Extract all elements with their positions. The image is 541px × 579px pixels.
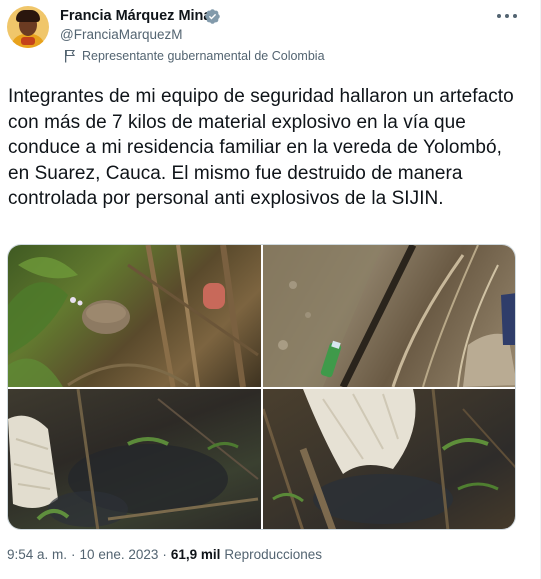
photo-3[interactable] [8, 389, 261, 529]
views-label: Reproducciones [224, 547, 322, 562]
photo-1-image [8, 245, 259, 387]
verified-badge-icon[interactable] [204, 8, 221, 25]
more-dot [497, 14, 501, 18]
meta-separator: · [71, 547, 76, 562]
avatar[interactable] [7, 6, 49, 48]
photo-1[interactable] [8, 245, 261, 387]
flag-icon [65, 49, 76, 63]
photo-3-image [8, 389, 259, 529]
views-count: 61,9 mil [170, 547, 221, 562]
tweet-date[interactable]: 10 ene. 2023 [80, 547, 159, 562]
photo-4[interactable] [263, 389, 515, 529]
photo-2[interactable] [263, 245, 515, 387]
photo-4-image [263, 389, 515, 529]
author-handle[interactable]: @FranciaMarquezM [60, 27, 183, 42]
avatar-hair [16, 10, 40, 22]
author-display-name[interactable]: Francia Márquez Mina [60, 8, 211, 24]
more-dot [505, 14, 509, 18]
photo-2-image [263, 245, 515, 387]
tweet-time[interactable]: 9:54 a. m. [7, 547, 67, 562]
more-dot [513, 14, 517, 18]
media-grid [7, 244, 516, 530]
tweet-metadata: 9:54 a. m. · 10 ene. 2023 · 61,9 mil Rep… [7, 547, 322, 562]
affiliation-label: Representante gubernamental de Colombia [64, 47, 325, 65]
meta-separator: · [162, 547, 167, 562]
tweet-container: Francia Márquez Mina @FranciaMarquezM Re… [0, 0, 541, 579]
tweet-text: Integrantes de mi equipo de seguridad ha… [8, 86, 514, 209]
more-options-icon[interactable] [497, 9, 517, 23]
avatar-pattern [21, 37, 35, 45]
affiliation-label-text: Representante gubernamental de Colombia [82, 49, 325, 63]
